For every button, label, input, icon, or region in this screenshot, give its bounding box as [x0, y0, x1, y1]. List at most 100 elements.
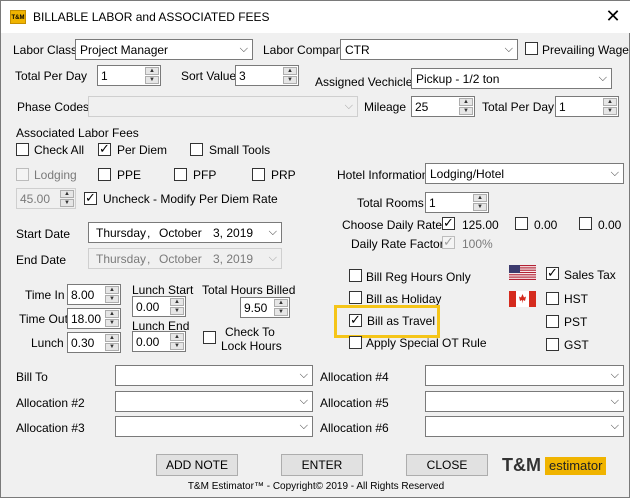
spin-down-button[interactable]: ▼ — [473, 203, 487, 211]
chevron-down-icon: ⌵ — [610, 420, 619, 432]
total-per-day-stepper[interactable]: 1 ▲ ▼ — [97, 65, 161, 86]
labor-company-select[interactable]: CTR ⌵ — [340, 39, 518, 60]
time-in-stepper[interactable]: 8.00 ▲ ▼ — [67, 284, 121, 305]
add-note-button[interactable]: ADD NOTE — [156, 454, 238, 476]
spin-down-button[interactable]: ▼ — [105, 343, 119, 351]
enter-button[interactable]: ENTER — [281, 454, 363, 476]
per-diem-rate-stepper[interactable]: 45.00 ▲ ▼ — [16, 188, 76, 209]
lunch-stepper[interactable]: 0.30 ▲ ▼ — [67, 332, 121, 353]
assigned-vehicle-value: Pickup - 1/2 ton — [416, 72, 500, 86]
lunch-value: 0.30 — [71, 336, 95, 350]
total-hours-stepper[interactable]: 9.50 ▲ ▼ — [240, 297, 290, 318]
rate-1-value: 125.00 — [462, 218, 499, 232]
labor-company-label: Labor Company — [263, 43, 349, 57]
rate-1-checkbox[interactable]: ✓ — [442, 215, 455, 230]
end-date-picker[interactable]: Thursday , October 3, 2019 ⌵ — [88, 248, 282, 269]
sort-value-stepper[interactable]: 3 ▲ ▼ — [235, 65, 299, 86]
assigned-vehicle-select[interactable]: Pickup - 1/2 ton ⌵ — [411, 68, 612, 89]
spin-down-button[interactable]: ▼ — [459, 107, 473, 115]
close-button[interactable]: CLOSE — [406, 454, 488, 476]
total-hours-label: Total Hours Billed — [202, 283, 296, 297]
pst-checkbox[interactable] — [546, 315, 559, 328]
modify-per-diem-checkbox[interactable]: ✓ — [84, 190, 97, 205]
ppe-checkbox[interactable] — [98, 168, 111, 181]
gst-checkbox[interactable] — [546, 338, 559, 351]
total-rooms-stepper[interactable]: 1 ▲ ▼ — [425, 192, 489, 213]
daily-rate-factor-label: Daily Rate Factor — [351, 237, 444, 251]
check-all-checkbox[interactable] — [16, 143, 29, 156]
spin-down-button[interactable]: ▼ — [283, 76, 297, 84]
allocation-3-select[interactable]: ⌵ — [115, 416, 313, 437]
spin-up-button[interactable]: ▲ — [283, 67, 297, 75]
chevron-down-icon: ⌵ — [610, 369, 619, 381]
us-flag-icon — [509, 265, 536, 280]
per-diem-checkbox[interactable]: ✓ — [98, 141, 111, 156]
hotel-info-select[interactable]: Lodging/Hotel ⌵ — [425, 163, 624, 184]
bill-as-travel-checkbox[interactable]: ✓ — [349, 312, 362, 327]
lunch-label: Lunch — [31, 336, 64, 350]
start-weekday: Thursday — [96, 226, 147, 240]
spin-down-button[interactable]: ▼ — [145, 76, 159, 84]
hst-checkbox[interactable] — [546, 292, 559, 305]
labor-company-value: CTR — [345, 43, 370, 57]
hst-label: HST — [564, 292, 588, 306]
spin-up-button[interactable]: ▲ — [473, 194, 487, 202]
daily-rate-factor-checkbox[interactable]: ✓ — [442, 234, 455, 249]
spin-up-button[interactable]: ▲ — [105, 334, 119, 342]
mileage-stepper[interactable]: 25 ▲ ▼ — [411, 96, 475, 117]
spin-down-button[interactable]: ▼ — [105, 319, 119, 327]
prevailing-wage-checkbox[interactable] — [525, 42, 538, 55]
rate-3-checkbox[interactable] — [579, 217, 592, 230]
lock-hours-checkbox[interactable] — [203, 331, 216, 344]
allocation-5-label: Allocation #5 — [320, 396, 389, 410]
small-tools-checkbox[interactable] — [190, 143, 203, 156]
bill-reg-hours-checkbox[interactable] — [349, 269, 362, 282]
bill-as-holiday-checkbox[interactable] — [349, 291, 362, 304]
close-window-button[interactable]: ✕ — [599, 5, 627, 27]
spin-up-button[interactable]: ▲ — [170, 298, 184, 306]
lodging-checkbox[interactable] — [16, 168, 29, 181]
allocation-4-select[interactable]: ⌵ — [425, 365, 624, 386]
end-comma: , — [147, 252, 151, 266]
spin-down-button[interactable]: ▼ — [603, 107, 617, 115]
chevron-down-icon: ⌵ — [268, 252, 277, 264]
lunch-end-stepper[interactable]: 0.00 ▲ ▼ — [132, 331, 186, 352]
spin-down-button[interactable]: ▼ — [170, 307, 184, 315]
lunch-start-stepper[interactable]: 0.00 ▲ ▼ — [132, 296, 186, 317]
chevron-down-icon: ⌵ — [344, 100, 353, 112]
spin-up-button[interactable]: ▲ — [105, 286, 119, 294]
pfp-checkbox[interactable] — [174, 168, 187, 181]
spin-up-button[interactable]: ▲ — [60, 190, 74, 198]
spin-down-button[interactable]: ▼ — [170, 342, 184, 350]
chevron-down-icon: ⌵ — [610, 395, 619, 407]
phase-codes-select[interactable]: ⌵ — [88, 96, 358, 117]
sales-tax-checkbox[interactable]: ✓ — [546, 265, 559, 280]
lock-hours-label-line1: Check To — [225, 325, 275, 339]
spin-up-button[interactable]: ▲ — [145, 67, 159, 75]
spin-up-button[interactable]: ▲ — [170, 333, 184, 341]
total-rooms-value: 1 — [429, 196, 436, 210]
lunch-start-label: Lunch Start — [132, 283, 194, 297]
per-diem-rate-value: 45.00 — [20, 192, 51, 206]
bill-to-select[interactable]: ⌵ — [115, 365, 313, 386]
spin-down-button[interactable]: ▼ — [274, 308, 288, 316]
spin-up-button[interactable]: ▲ — [105, 310, 119, 318]
allocation-5-select[interactable]: ⌵ — [425, 391, 624, 412]
spin-down-button[interactable]: ▼ — [105, 295, 119, 303]
prp-checkbox[interactable] — [252, 168, 265, 181]
apply-special-ot-checkbox[interactable] — [349, 336, 362, 349]
rate-2-checkbox[interactable] — [515, 217, 528, 230]
dialog-window: T&M BILLABLE LABOR and ASSOCIATED FEES ✕… — [0, 0, 630, 498]
phase-codes-label: Phase Codes — [17, 100, 90, 114]
lock-hours-label-line2: Lock Hours — [221, 339, 282, 353]
time-out-stepper[interactable]: 18.00 ▲ ▼ — [67, 308, 121, 329]
labor-class-select[interactable]: Project Manager ⌵ — [75, 39, 253, 60]
vehicle-total-per-day-stepper[interactable]: 1 ▲ ▼ — [555, 96, 619, 117]
spin-up-button[interactable]: ▲ — [459, 98, 473, 106]
spin-down-button[interactable]: ▼ — [60, 199, 74, 207]
start-date-picker[interactable]: Thursday , October 3, 2019 ⌵ — [88, 222, 282, 243]
spin-up-button[interactable]: ▲ — [274, 299, 288, 307]
allocation-2-select[interactable]: ⌵ — [115, 391, 313, 412]
allocation-6-select[interactable]: ⌵ — [425, 416, 624, 437]
spin-up-button[interactable]: ▲ — [603, 98, 617, 106]
